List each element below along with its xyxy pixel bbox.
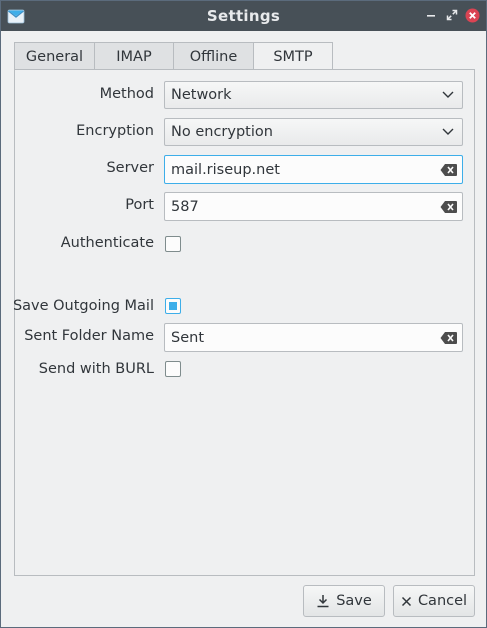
close-icon[interactable] [464, 7, 480, 23]
send-burl-checkbox[interactable] [165, 361, 181, 377]
tab-offline[interactable]: Offline [173, 42, 254, 70]
save-button[interactable]: Save [303, 585, 385, 617]
save-outgoing-checkbox[interactable] [165, 298, 181, 314]
settings-tabbar: General IMAP Offline SMTP [14, 42, 333, 71]
encryption-label: Encryption [76, 123, 154, 139]
server-input[interactable]: mail.riseup.net [164, 155, 463, 184]
close-icon [401, 596, 411, 606]
method-value: Network [171, 87, 232, 103]
server-value: mail.riseup.net [171, 161, 280, 178]
clear-text-icon[interactable] [440, 200, 458, 214]
tab-general[interactable]: General [14, 42, 95, 70]
chevron-down-icon [442, 128, 454, 135]
tab-imap[interactable]: IMAP [94, 42, 174, 70]
cancel-button[interactable]: Cancel [393, 585, 475, 617]
encryption-select[interactable]: No encryption [164, 118, 463, 146]
server-label: Server [106, 160, 154, 176]
send-burl-label: Send with BURL [38, 361, 154, 377]
tab-smtp[interactable]: SMTP [253, 42, 333, 71]
window-title: Settings [206, 7, 281, 25]
port-value: 587 [171, 198, 199, 215]
minimize-icon[interactable] [423, 7, 439, 23]
clear-text-icon[interactable] [440, 163, 458, 177]
download-icon [317, 595, 329, 608]
authenticate-checkbox[interactable] [165, 236, 181, 252]
port-input[interactable]: 587 [164, 192, 463, 221]
sent-folder-label: Sent Folder Name [24, 328, 154, 344]
title-bar[interactable]: Settings [1, 1, 486, 31]
cancel-button-label: Cancel [417, 593, 468, 609]
clear-text-icon[interactable] [440, 331, 458, 345]
encryption-value: No encryption [171, 124, 273, 140]
save-outgoing-label: Save Outgoing Mail [12, 298, 154, 314]
maximize-icon[interactable] [444, 7, 460, 23]
method-label: Method [99, 86, 154, 102]
sent-folder-value: Sent [171, 329, 205, 346]
chevron-down-icon [442, 91, 454, 98]
settings-window: Settings General IMAP Offline SMTP Metho… [0, 0, 487, 628]
authenticate-label: Authenticate [60, 235, 154, 251]
sent-folder-input[interactable]: Sent [164, 323, 463, 352]
port-label: Port [125, 197, 154, 213]
save-button-label: Save [336, 593, 372, 609]
method-select[interactable]: Network [164, 81, 463, 109]
